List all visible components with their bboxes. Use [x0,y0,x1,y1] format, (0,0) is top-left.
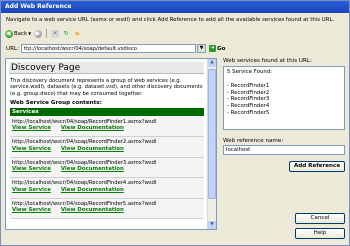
stop-icon[interactable]: ✕ [51,29,60,38]
forward-arrow-icon: ▶ [35,29,40,37]
view-service-link[interactable]: View Service [12,166,51,172]
go-label: Go [217,45,226,52]
scroll-up-icon[interactable]: ▲ [208,59,216,67]
web-reference-name-label: Web reference name: [223,138,284,144]
service-item: http://localhost/wscr/04/soap/RecordFind… [10,157,204,179]
service-item: http://localhost/wscr/04/soap/RecordFind… [10,198,204,219]
found-service-item: - RecordFinder5 [227,109,270,116]
view-service-link[interactable]: View Service [12,187,51,193]
home-icon[interactable]: ⌂ [73,29,82,38]
found-service-item: - RecordFinder1 [227,82,270,89]
go-arrow-icon: ➜ [209,45,216,52]
found-services-box: 5 Service Found: - RecordFinder1 - Recor… [223,66,345,130]
discovery-description: This discovery document represents a gro… [10,78,203,97]
chevron-down-icon: ▼ [28,31,32,36]
instructions-text: Navigate to a web service URL (asmx or w… [6,17,335,23]
vertical-scrollbar[interactable]: ▲ ▼ [207,59,216,229]
found-services-header: 5 Service Found: [227,69,273,75]
view-service-link[interactable]: View Service [12,207,51,213]
group-contents-heading: Web Service Group contents: [10,100,102,106]
scroll-down-icon[interactable]: ▼ [208,221,216,229]
service-item: http://localhost/wscr/04/soap/RecordFind… [10,178,204,199]
url-dropdown-button[interactable]: ▼ [197,44,206,53]
add-web-reference-dialog: Add Web Reference Navigate to a web serv… [0,0,350,246]
help-button[interactable]: Help [295,228,345,239]
found-service-item: - RecordFinder2 [227,89,270,96]
discovery-content: Discovery Page This discovery document r… [6,59,208,229]
discovery-browser-pane[interactable]: Discovery Page This discovery document r… [5,58,217,230]
chevron-down-icon: ▼ [199,45,204,51]
scroll-thumb[interactable] [208,69,216,199]
web-reference-name-input[interactable] [223,145,345,155]
discovery-page-title: Discovery Page [9,62,204,74]
found-services-label: Web services found at this URL: [223,58,312,64]
view-documentation-link[interactable]: View Documentation [61,146,124,152]
service-item: http://localhost/wscr/04/soap/RecordFind… [10,137,204,158]
url-input[interactable] [21,44,196,53]
service-item: http://localhost/wscr/04/soap/RecordFind… [10,117,204,138]
view-documentation-link[interactable]: View Documentation [61,166,124,172]
found-service-item: - RecordFinder3 [227,96,270,103]
cancel-button[interactable]: Cancel [295,213,345,224]
back-button[interactable]: ◀ Back ▼ [5,29,32,38]
found-service-item: - RecordFinder4 [227,103,270,110]
back-label: Back [14,30,28,37]
forward-button[interactable]: ▶ [34,29,43,38]
view-documentation-link[interactable]: View Documentation [61,207,124,213]
window-title: Add Web Reference [1,1,349,13]
back-arrow-icon: ◀ [5,29,13,38]
services-header: Services [10,108,204,116]
services-list: http://localhost/wscr/04/soap/RecordFind… [10,117,204,219]
url-label: URL: [6,46,19,52]
go-button[interactable]: ➜ Go [209,45,225,52]
toolbar-separator [46,29,48,38]
view-service-link[interactable]: View Service [12,125,51,131]
refresh-icon[interactable]: ↻ [62,29,71,38]
add-reference-button[interactable]: Add Reference [289,161,345,172]
view-service-link[interactable]: View Service [12,146,51,152]
view-documentation-link[interactable]: View Documentation [61,187,124,193]
view-documentation-link[interactable]: View Documentation [61,125,124,131]
toolbar: ◀ Back ▼ ▶ ✕ ↻ ⌂ [5,28,82,39]
